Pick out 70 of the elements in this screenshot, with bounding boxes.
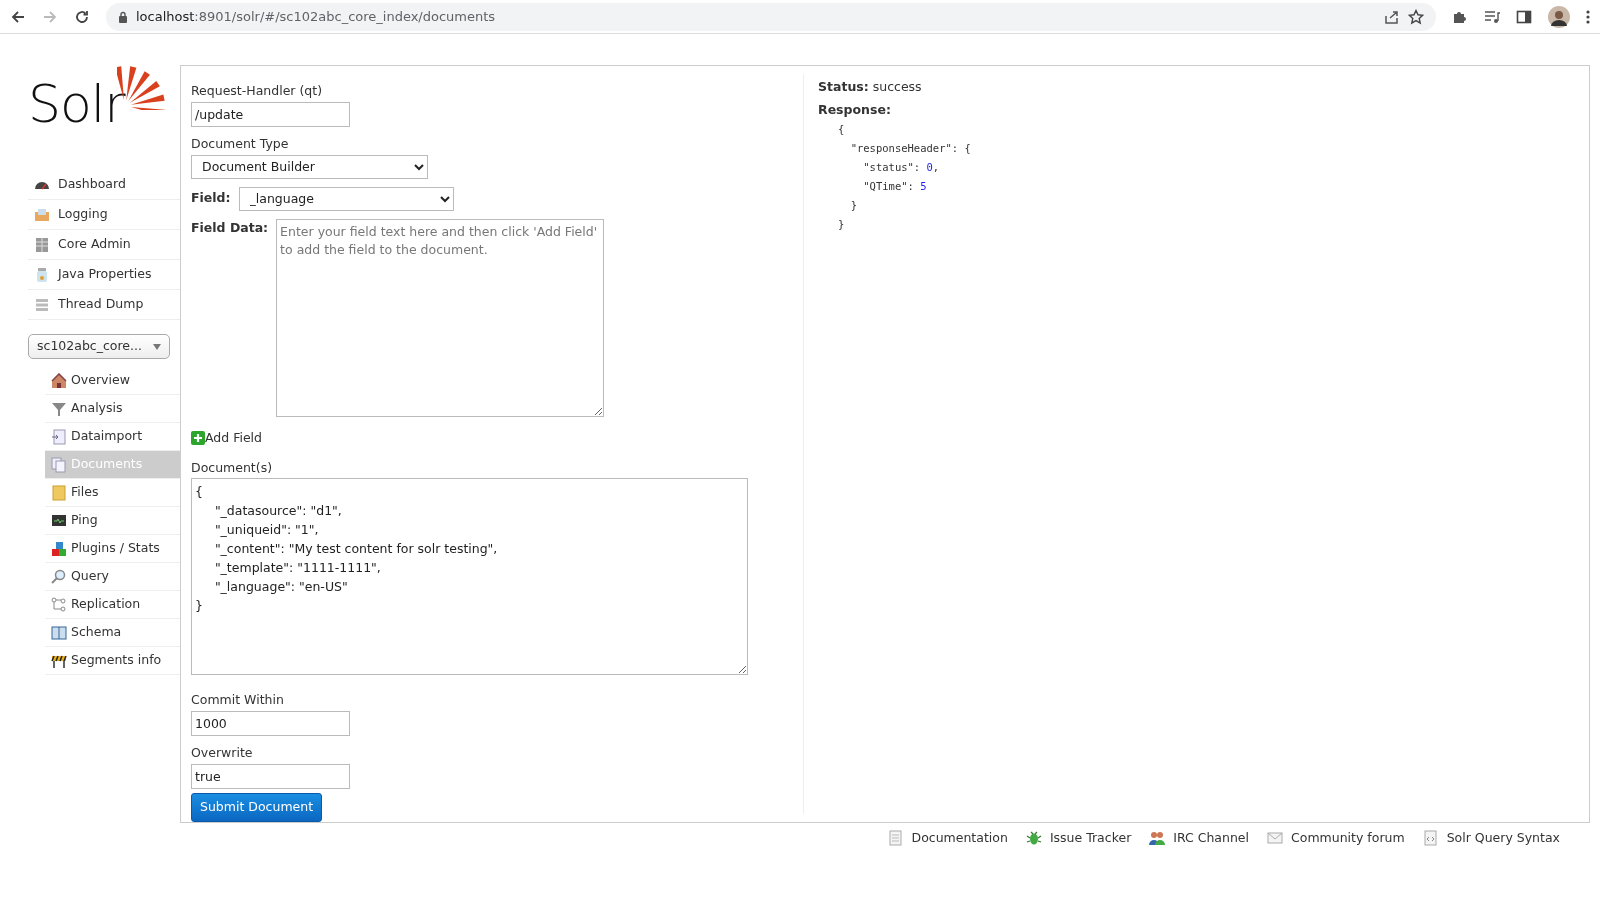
sidebar-item[interactable]: Dashboard	[28, 170, 180, 200]
core-menu-item[interactable]: Files	[45, 479, 180, 507]
field-label: Field:	[191, 189, 231, 208]
share-icon[interactable]	[1384, 8, 1400, 25]
submit-document-button[interactable]: Submit Document	[191, 792, 323, 822]
field-label: Commit Within	[191, 691, 285, 710]
magnifier-icon	[51, 568, 67, 585]
footer-link[interactable]: IRC Channel	[1149, 829, 1250, 848]
core-menu-item[interactable]: Query	[45, 563, 180, 591]
house-icon	[51, 372, 67, 389]
document-type-select[interactable]: Document Builder	[191, 154, 428, 179]
envelope-icon	[1267, 830, 1284, 847]
footer-link[interactable]: Solr Query Syntax	[1422, 829, 1560, 848]
core-menu-item[interactable]: Overview	[45, 367, 180, 395]
status-text: Status: success	[818, 78, 923, 96]
logo-text: Solr	[28, 78, 125, 130]
media-list-icon[interactable]	[1484, 8, 1500, 25]
funnel-icon	[51, 400, 67, 417]
core-menu-item[interactable]: Segments info	[45, 647, 180, 675]
core-selector[interactable]: sc102abc_core...	[28, 334, 170, 359]
avatar-icon[interactable]	[1548, 5, 1570, 28]
response-label: Response:	[818, 100, 892, 119]
stacked-sheets-icon	[34, 296, 50, 313]
branch-nodes-icon	[51, 596, 67, 613]
monitor-icon	[51, 512, 67, 529]
back-icon[interactable]	[10, 8, 26, 25]
sidebar-item[interactable]: Core Admin	[28, 230, 180, 260]
document-import-icon	[51, 428, 67, 445]
overwrite-input[interactable]: true	[191, 763, 350, 789]
sidebar-item[interactable]: Logging	[28, 200, 180, 230]
sidebar-item[interactable]: Java Properties	[28, 260, 180, 290]
core-menu-item[interactable]: Plugins / Stats	[45, 535, 180, 563]
response-json: { "responseHeader": { "status": 0, "QTime": 5 } }	[838, 121, 972, 232]
field-select[interactable]: _language	[238, 186, 454, 211]
footer-link[interactable]: Community forum	[1267, 829, 1405, 848]
request-handler-input[interactable]: /update	[191, 101, 350, 127]
plus-icon	[191, 430, 205, 445]
footer-link[interactable]: Issue Tracker	[1025, 829, 1132, 848]
side-panel-icon[interactable]	[1516, 8, 1532, 25]
bug-icon	[1025, 830, 1042, 847]
blocks-icon	[51, 540, 67, 557]
reload-icon[interactable]	[74, 8, 90, 25]
code-document-icon	[1422, 830, 1439, 847]
document-icon	[887, 830, 904, 847]
sidebar-item[interactable]: Thread Dump	[28, 290, 180, 320]
add-field-link[interactable]: Add Field	[191, 428, 263, 448]
documents-stack-icon	[51, 456, 67, 473]
jar-icon	[34, 266, 50, 283]
core-menu-item[interactable]: Schema	[45, 619, 180, 647]
field-label: Document(s)	[191, 458, 274, 477]
core-menu-item[interactable]: Analysis	[45, 395, 180, 423]
field-data-textarea[interactable]: Enter your field text here and then click 'Add Field' to add the field to the document.	[276, 218, 605, 417]
lock-icon	[118, 10, 128, 23]
documents-textarea[interactable]: { "_datasource": "d1", "_uniqueid": "1", "_content": "My test content for solr testing", "_template": "1111-1111", "_language": "en-US" }	[191, 478, 748, 676]
field-label: Overwrite	[191, 744, 254, 763]
caret-icon	[153, 343, 161, 350]
more-icon[interactable]	[1586, 8, 1590, 25]
star-icon[interactable]	[1408, 8, 1424, 25]
core-menu-item[interactable]: Ping	[45, 507, 180, 535]
field-label: Document Type	[191, 134, 290, 153]
field-label: Request-Handler (qt)	[191, 82, 324, 100]
people-icon	[1149, 830, 1166, 847]
core-menu-item[interactable]: Replication	[45, 591, 180, 619]
inbox-tray-icon	[34, 206, 50, 223]
server-rack-icon	[34, 236, 50, 253]
field-label: Field Data:	[191, 218, 269, 237]
book-icon	[51, 624, 67, 641]
folder-icon	[51, 484, 67, 501]
commit-within-input[interactable]: 1000	[191, 711, 350, 737]
footer-link[interactable]: Documentation	[887, 829, 1008, 848]
